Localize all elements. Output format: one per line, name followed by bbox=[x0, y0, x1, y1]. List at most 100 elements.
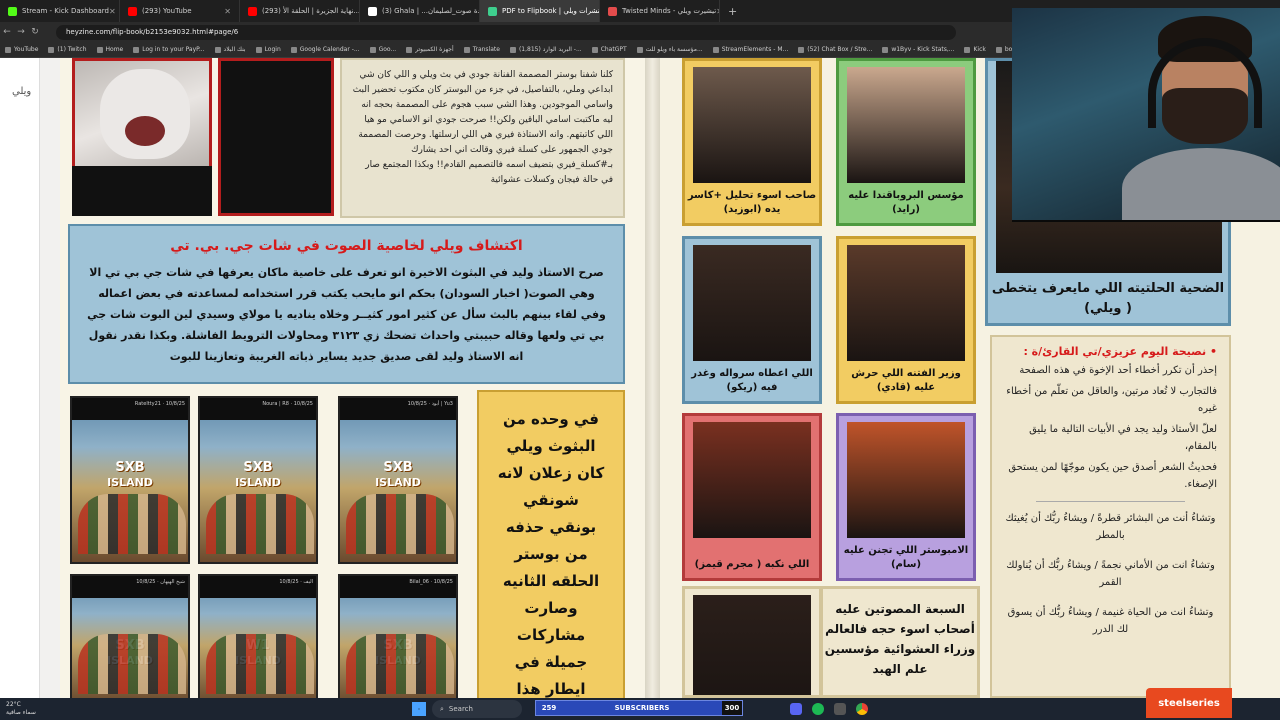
bookmark-item[interactable]: Home bbox=[92, 46, 129, 53]
spotify-icon[interactable] bbox=[812, 703, 824, 715]
forward-icon[interactable]: → bbox=[14, 27, 28, 37]
article-title: اكتشاف ويلي لخاصية الصوت في شات جي. بي. … bbox=[170, 238, 523, 254]
steelseries-logo: steelseries bbox=[1146, 688, 1232, 718]
bookmark-icon bbox=[712, 46, 719, 53]
windows-taskbar: 22°C سماء صافية ⌕ Search 259 SUBSCRIBERS 3… bbox=[0, 698, 1280, 720]
poster-subtitle: ISLAND bbox=[107, 476, 153, 489]
reload-icon[interactable]: ↻ bbox=[28, 27, 42, 37]
bookmark-item[interactable]: بنك البلاد bbox=[210, 46, 251, 53]
browser-tab[interactable]: (3) Ghala | ...مدة صوت_لصليمان on X✕ bbox=[360, 0, 480, 22]
bookmark-item[interactable]: (1,815) البريد الوارد -... bbox=[505, 46, 587, 53]
poster-title: SXB bbox=[115, 460, 145, 475]
url-text: heyzine.com/flip-book/b2153e9032.html#pa… bbox=[66, 28, 239, 36]
kick-icon bbox=[8, 6, 17, 16]
browser-tab[interactable]: (293) YouTube ✕ bbox=[120, 0, 240, 22]
cast-card: السبعة المصوتين عليه أصحاب اسوء حجه فالع… bbox=[820, 586, 980, 698]
bookmark-icon bbox=[964, 46, 971, 53]
subscriber-goal: 300 bbox=[722, 701, 742, 715]
story-line: الحلقه الثانيه bbox=[502, 572, 600, 590]
poster-handle: Yu3 | أبود · 10/8/25 bbox=[407, 401, 453, 407]
story-line: في وحده من bbox=[503, 410, 599, 428]
bookmark-icon bbox=[995, 46, 1002, 53]
intro-text: كلنا شفنا بوستر المصممة الفنانة جودي في … bbox=[352, 70, 613, 185]
browser-tab[interactable]: Stream - Kick Dashboard ✕ bbox=[0, 0, 120, 22]
poster-tweet-header: شيخ الهيهان · 10/8/25 bbox=[72, 576, 188, 598]
chrome-icon[interactable] bbox=[856, 703, 868, 715]
bookmark-item[interactable]: StreamElements - M... bbox=[708, 46, 794, 53]
divider bbox=[1035, 501, 1186, 502]
cast-photo bbox=[693, 245, 811, 361]
cast-card: وزير الفتنه اللي حرش عليه (قادي) bbox=[836, 236, 976, 404]
bookmark-label: w1Byv - Kick Stats,... bbox=[891, 46, 955, 53]
streamer-webcam bbox=[1012, 8, 1280, 222]
tab-label: Twisted Minds - تيشيرت ويلي bbox=[622, 7, 717, 15]
poster-crowd-art bbox=[206, 494, 314, 554]
bookmark-label: (52) Chat Box / Stre... bbox=[807, 46, 873, 53]
subscriber-goal-bar: 259 SUBSCRIBERS 300 bbox=[535, 700, 743, 716]
bookmark-icon bbox=[96, 46, 103, 53]
bookmark-item[interactable]: Log in to your PayP... bbox=[128, 46, 209, 53]
bookmark-icon bbox=[406, 46, 413, 53]
close-tab-icon[interactable]: ✕ bbox=[109, 7, 116, 16]
bookmark-icon bbox=[5, 46, 11, 53]
bookmark-item[interactable]: Kick bbox=[959, 46, 990, 53]
new-tab-button[interactable]: + bbox=[720, 5, 745, 18]
poem-verse: وتشاءُ انت من الأماني نجمةً / ويشاءُ ربُ… bbox=[1006, 560, 1215, 588]
browser-tab-active[interactable]: PDF to Flipbook | نشرات ويلي✕ bbox=[480, 0, 600, 22]
bookmark-icon bbox=[882, 46, 889, 53]
weather-widget[interactable]: 22°C سماء صافية bbox=[6, 701, 76, 717]
weather-temp: 22°C bbox=[6, 701, 21, 708]
bookmark-item[interactable]: w1Byv - Kick Stats,... bbox=[877, 46, 959, 53]
cast-card: اللي نكبه ( مجرم قيمز) bbox=[682, 413, 822, 581]
taskbar-search[interactable]: ⌕ Search bbox=[432, 700, 522, 718]
cast-caption: الامبوستر اللي تجنن عليه (سام) bbox=[843, 545, 969, 570]
url-input[interactable]: heyzine.com/flip-book/b2153e9032.html#pa… bbox=[56, 24, 956, 40]
back-icon[interactable]: ← bbox=[0, 27, 14, 37]
poster-title: SXB bbox=[383, 460, 413, 475]
twisted-minds-icon bbox=[608, 6, 617, 16]
bookmark-label: Login bbox=[264, 46, 281, 53]
app-icon[interactable] bbox=[834, 703, 846, 715]
discord-icon[interactable] bbox=[790, 703, 802, 715]
flipbook-left-page[interactable]: كلنا شفنا بوستر المصممة الفنانة جودي في … bbox=[60, 58, 645, 698]
bookmark-item[interactable]: Google Calendar -... bbox=[286, 46, 365, 53]
sxb-island-poster: Bilal_06 · 10/8/25SXBISLAND bbox=[338, 574, 458, 698]
advice-paragraph: فحديثُ الشعر أصدق حين يكون موجّهًا لمن ي… bbox=[1008, 462, 1217, 490]
tweet-screenshot bbox=[72, 166, 212, 216]
intro-article: كلنا شفنا بوستر المصممة الفنانة جودي في … bbox=[340, 58, 625, 218]
poster-handle: اليف · 10/8/25 bbox=[279, 579, 313, 585]
bookmark-label: Kick bbox=[973, 46, 986, 53]
poster-subtitle: ISLAND bbox=[235, 476, 281, 489]
sxb-island-poster: اليف · 10/8/25W1ISLAND bbox=[198, 574, 318, 698]
advice-paragraph: لعلّ الأستاذ وليد يجد في الأبيات التالية… bbox=[1029, 424, 1217, 452]
story-line: ايطار هذا bbox=[516, 680, 586, 698]
poem-verse: وتشاءُ انت من الحياة غنيمة / ويشاءُ ربُّ… bbox=[1007, 607, 1214, 635]
browser-tab[interactable]: (293) نهاية الجزيرة | الحلقة الأ...✕ bbox=[240, 0, 360, 22]
cast-card: صاحب اسوء تحليل +كاسر يده (ابوزيد) bbox=[682, 58, 822, 226]
bookmark-icon bbox=[214, 46, 221, 53]
bookmark-item[interactable]: (52) Chat Box / Stre... bbox=[793, 46, 877, 53]
cast-card: اللي اعطاه سرواله وغدر فيه (ريكو) bbox=[682, 236, 822, 404]
webcam-shirt bbox=[1122, 148, 1280, 220]
cast-photo bbox=[693, 595, 811, 695]
tab-label: Stream - Kick Dashboard bbox=[22, 7, 109, 15]
bookmark-item[interactable]: Login bbox=[251, 46, 286, 53]
bookmark-label: Goo... bbox=[378, 46, 397, 53]
windows-start-icon[interactable] bbox=[412, 702, 426, 716]
tab-label: (3) Ghala | ...مدة صوت_لصليمان on X bbox=[382, 7, 479, 15]
sxb-island-poster: Rateltty21 · 10/8/25 SXB ISLAND bbox=[70, 396, 190, 564]
bookmark-item[interactable]: Translate bbox=[459, 46, 505, 53]
sxb-island-poster: Yu3 | أبود · 10/8/25 SXB ISLAND bbox=[338, 396, 458, 564]
bookmark-item[interactable]: ChatGPT bbox=[587, 46, 632, 53]
story-line: من بوستر bbox=[514, 545, 588, 563]
bookmark-item[interactable]: أجهزة الكمبيوتر bbox=[401, 46, 458, 53]
tweet-thread-screenshot bbox=[218, 58, 334, 216]
close-tab-icon[interactable]: ✕ bbox=[224, 7, 231, 16]
poster-handle: Rateltty21 · 10/8/25 bbox=[134, 401, 185, 407]
bookmark-item[interactable]: Goo... bbox=[365, 46, 402, 53]
poster-crowd-art bbox=[78, 634, 186, 694]
bookmark-item[interactable]: (1) Twitch bbox=[43, 46, 91, 53]
browser-tab[interactable]: Twisted Minds - تيشيرت ويلي✕ bbox=[600, 0, 720, 22]
bookmark-item[interactable]: YouTube bbox=[0, 46, 43, 53]
bookmark-item[interactable]: مؤسسة باء ويلو للت... bbox=[632, 46, 708, 53]
